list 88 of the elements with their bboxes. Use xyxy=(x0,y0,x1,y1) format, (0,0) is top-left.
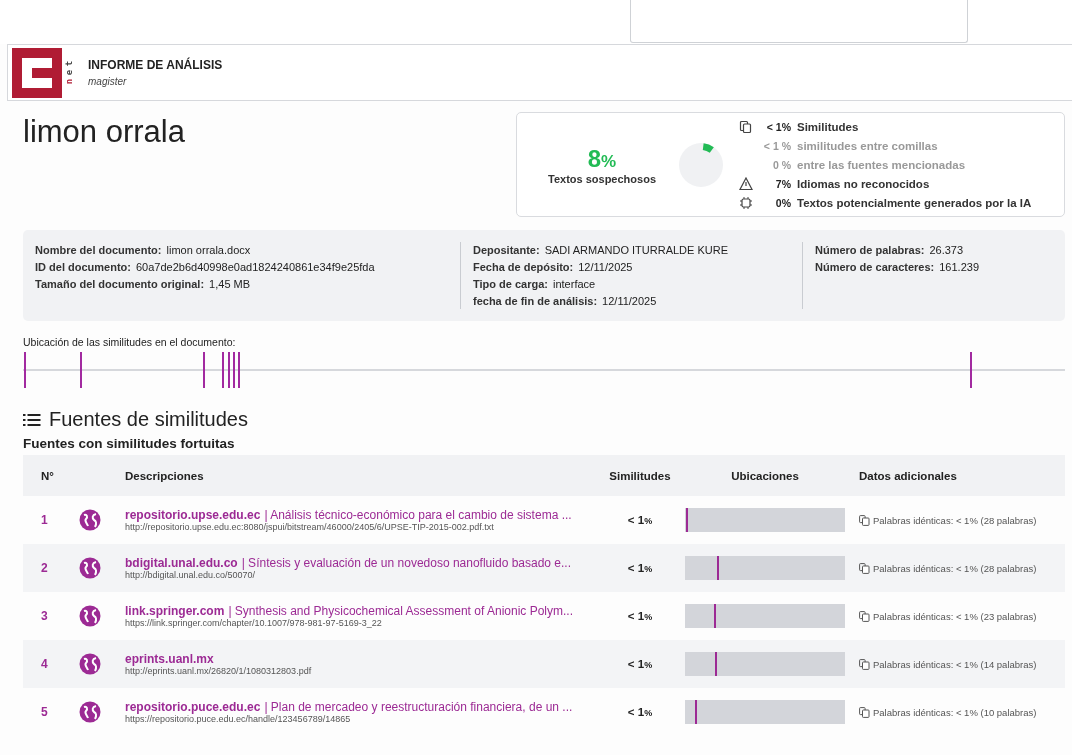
detail-value: 26.373 xyxy=(929,244,964,256)
source-link[interactable]: repositorio.upse.edu.ec xyxy=(125,508,261,522)
stat-value: 7% xyxy=(774,177,791,190)
row-number: 4 xyxy=(40,657,49,671)
section-label: Ubicación de las similitudes en el documento: xyxy=(23,336,237,348)
row-number: 1 xyxy=(40,513,49,527)
source-description: | Plan de mercadeo y reestructuración financiera, de un ... xyxy=(264,700,573,714)
source-url: https://repositorio.puce.edu.ec/handle/123456789/14865 xyxy=(125,714,352,724)
detail-value: interface xyxy=(553,278,596,290)
row-number: 5 xyxy=(40,705,49,719)
detail-label: Nombre del documento: xyxy=(35,244,162,256)
detail-label: Número de palabras: xyxy=(815,244,925,256)
similarity-value: < 1% xyxy=(626,706,654,718)
stat-label: Textos potencialmente generados por la IA xyxy=(797,196,1032,209)
additional-data: Palabras idénticas: < 1% (14 palabras) xyxy=(873,658,1037,670)
stat-value: 0% xyxy=(774,196,791,209)
detail-label: Tipo de carga: xyxy=(473,278,548,290)
additional-data: Palabras idénticas: < 1% (28 palabras) xyxy=(873,562,1037,574)
source-url: http://bdigital.unal.edu.co/50070/ xyxy=(125,570,257,580)
similarity-value: < 1% xyxy=(626,610,654,622)
row-number: 2 xyxy=(40,561,49,575)
globe-icon xyxy=(79,605,101,627)
copy-icon xyxy=(859,610,870,622)
copy-icon xyxy=(739,119,753,134)
detail-label: Tamaño del documento original: xyxy=(35,278,205,290)
column-header: N° xyxy=(40,469,55,482)
column-header: Descripciones xyxy=(124,469,205,482)
source-link[interactable]: repositorio.puce.edu.ec xyxy=(125,700,261,714)
report-title: INFORME DE ANÁLISIS xyxy=(88,58,223,72)
globe-icon xyxy=(79,557,101,579)
detail-value: 60a7de2b6d40998e0ad1824240861e34f9e25fda xyxy=(135,261,375,273)
warning-icon xyxy=(739,176,753,191)
similarity-value: < 1% xyxy=(626,658,654,670)
section-subtitle: Fuentes con similitudes fortuitas xyxy=(23,436,236,451)
additional-data: Palabras idénticas: < 1% (28 palabras) xyxy=(873,514,1037,526)
column-header: Ubicaciones xyxy=(730,469,800,482)
column-header: Datos adicionales xyxy=(859,469,958,482)
globe-icon xyxy=(79,701,101,723)
gauge-fill xyxy=(702,142,714,153)
source-description: | Síntesis y evaluación de un novedoso nanofluido basado e... xyxy=(241,556,572,570)
source-url: http://eprints.uanl.mx/26820/1/1080312803.pdf xyxy=(125,666,313,676)
detail-value: 12/11/2025 xyxy=(602,295,657,307)
logo-mark xyxy=(12,47,62,98)
section-title: Fuentes de similitudes xyxy=(49,408,248,431)
source-link[interactable]: bdigital.unal.edu.co xyxy=(125,556,238,570)
stat-label: entre las fuentes mencionadas xyxy=(797,158,966,171)
detail-label: Número de caracteres: xyxy=(815,261,935,273)
similarity-value: < 1% xyxy=(626,514,654,526)
detail-value: 161.239 xyxy=(939,261,979,273)
copy-icon xyxy=(859,706,870,718)
similarity-value: < 1% xyxy=(626,562,654,574)
globe-icon xyxy=(79,509,101,531)
source-link[interactable]: link.springer.com xyxy=(125,604,225,618)
row-number: 3 xyxy=(40,609,49,623)
gauge-track xyxy=(679,142,723,187)
detail-label: Fecha de depósito: xyxy=(473,261,574,273)
document-title: limon orrala xyxy=(23,114,185,150)
source-link[interactable]: eprints.uanl.mx xyxy=(125,652,214,666)
detail-value: limon orrala.docx xyxy=(166,244,251,256)
source-url: https://link.springer.com/chapter/10.1007/978-981-97-5169-3_22 xyxy=(125,618,383,628)
stat-value: 0 % xyxy=(771,158,791,171)
additional-data: Palabras idénticas: < 1% (10 palabras) xyxy=(873,706,1037,718)
stat-label: Similitudes xyxy=(797,120,859,133)
detail-label: fecha de fin de análisis: xyxy=(473,295,598,307)
detail-value: 1,45 MB xyxy=(209,278,251,290)
copy-icon xyxy=(859,562,870,574)
logo-text: net xyxy=(64,59,76,86)
copy-icon xyxy=(859,658,870,670)
stat-value: < 1 % xyxy=(762,139,791,152)
detail-value: SADI ARMANDO ITURRALDE KURE xyxy=(544,244,728,256)
source-description: | Análisis técnico-económico para el cambio de sistema ... xyxy=(264,508,572,522)
additional-data: Palabras idénticas: < 1% (23 palabras) xyxy=(873,610,1037,622)
stat-value: < 1% xyxy=(765,120,791,133)
suspicious-percent: 8% xyxy=(586,144,618,173)
copy-icon xyxy=(859,514,870,526)
stat-label: similitudes entre comillas xyxy=(797,139,938,152)
detail-value: 12/11/2025 xyxy=(578,261,633,273)
report-subtitle: magister xyxy=(88,76,128,87)
suspicious-label: Textos sospechosos xyxy=(547,172,657,185)
source-url: http://repositorio.upse.edu.ec:8080/jspui/bitstream/46000/2405/6/UPSE-TIP-2015-002.pdf.txt xyxy=(125,522,495,532)
column-header: Similitudes xyxy=(608,469,672,482)
globe-icon xyxy=(79,653,101,675)
list-icon xyxy=(23,412,41,427)
chip-icon xyxy=(739,195,753,210)
detail-label: ID del documento: xyxy=(35,261,131,273)
source-description: | Synthesis and Physicochemical Assessment of Anionic Polym... xyxy=(228,604,573,618)
stat-label: Idiomas no reconocidos xyxy=(797,177,930,190)
detail-label: Depositante: xyxy=(473,244,540,256)
